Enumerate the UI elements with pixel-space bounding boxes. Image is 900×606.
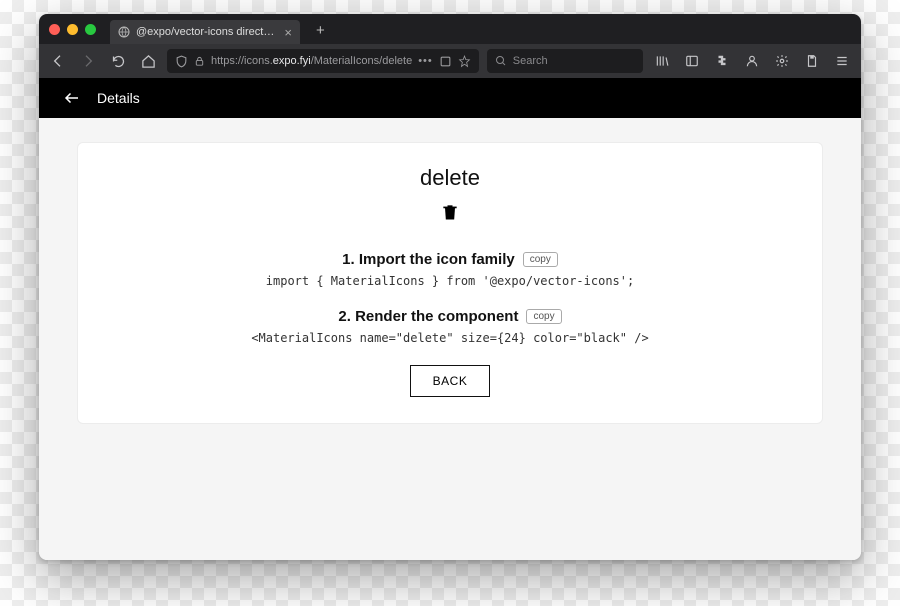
tab-close-icon[interactable]: × [284, 26, 292, 39]
gear-icon[interactable] [771, 50, 793, 72]
menu-icon[interactable] [831, 50, 853, 72]
search-icon [495, 55, 507, 67]
tab-favicon-icon [118, 26, 130, 38]
render-code: <MaterialIcons name="delete" size={24} c… [251, 331, 648, 345]
address-bar[interactable]: https://icons.expo.fyi/MaterialIcons/del… [167, 49, 479, 73]
shield-icon [175, 55, 188, 68]
browser-toolbar: https://icons.expo.fyi/MaterialIcons/del… [39, 44, 861, 78]
url-text: https://icons.expo.fyi/MaterialIcons/del… [211, 55, 412, 67]
tab-title: @expo/vector-icons directory [136, 26, 278, 38]
close-icon[interactable] [49, 24, 60, 35]
browser-tab[interactable]: @expo/vector-icons directory × [110, 20, 300, 44]
sidebar-icon[interactable] [681, 50, 703, 72]
nav-forward-button [77, 50, 99, 72]
new-tab-button[interactable]: + [316, 23, 325, 38]
import-code: import { MaterialIcons } from '@expo/vec… [266, 274, 634, 288]
bookmark-star-icon[interactable] [458, 55, 471, 68]
step-2-header: 2. Render the component copy [338, 308, 561, 325]
reader-icon[interactable] [439, 55, 452, 68]
library-icon[interactable] [651, 50, 673, 72]
icon-name-heading: delete [420, 165, 480, 191]
extension-icon[interactable] [711, 50, 733, 72]
reload-button[interactable] [107, 50, 129, 72]
copy-import-button[interactable]: copy [523, 252, 558, 267]
lock-icon [194, 56, 205, 67]
page-body: delete 1. Import the icon family copy im… [39, 118, 861, 560]
window-controls [49, 24, 96, 35]
page-actions-icon[interactable]: ••• [418, 55, 433, 67]
delete-icon [440, 199, 460, 225]
search-placeholder: Search [513, 55, 548, 67]
step-1-header: 1. Import the icon family copy [342, 251, 558, 268]
toolbar-right [651, 50, 853, 72]
copy-render-button[interactable]: copy [526, 309, 561, 324]
nav-back-button[interactable] [47, 50, 69, 72]
minimize-icon[interactable] [67, 24, 78, 35]
maximize-icon[interactable] [85, 24, 96, 35]
save-icon[interactable] [801, 50, 823, 72]
back-button[interactable]: BACK [410, 365, 491, 397]
titlebar: @expo/vector-icons directory × + [39, 14, 861, 44]
step-1-title: 1. Import the icon family [342, 251, 515, 268]
home-button[interactable] [137, 50, 159, 72]
browser-window: @expo/vector-icons directory × + https:/… [39, 14, 861, 560]
page-header: Details [39, 78, 861, 118]
search-box[interactable]: Search [487, 49, 643, 73]
step-2-title: 2. Render the component [338, 308, 518, 325]
page-title: Details [97, 90, 140, 106]
account-icon[interactable] [741, 50, 763, 72]
back-arrow-icon[interactable] [63, 89, 81, 107]
icon-detail-card: delete 1. Import the icon family copy im… [77, 142, 823, 424]
